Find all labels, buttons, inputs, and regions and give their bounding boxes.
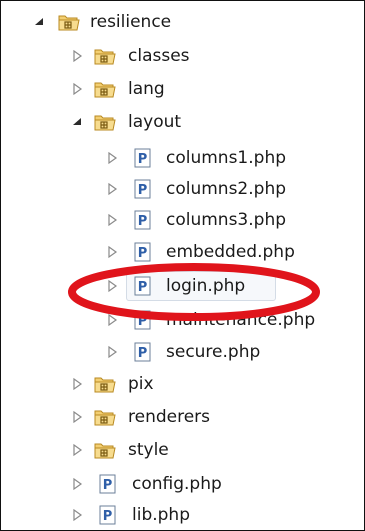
tree-item-label: renderers [128, 407, 211, 427]
collapsed-arrow-icon[interactable] [71, 477, 83, 491]
tree-row-maintenance[interactable]: P maintenance.php [0, 304, 365, 336]
php-file-icon: P [134, 148, 151, 168]
svg-text:P: P [138, 280, 148, 295]
tree-item-label: lib.php [132, 505, 190, 525]
svg-text:P: P [103, 478, 113, 493]
php-file-icon: P [134, 179, 151, 199]
tree-item-label: classes [128, 46, 190, 66]
tree-row-columns2[interactable]: P columns2.php [0, 173, 365, 205]
tree-row-lib[interactable]: P lib.php [0, 499, 365, 531]
svg-text:P: P [138, 314, 148, 329]
folder-icon [94, 443, 116, 459]
tree-item-label: columns3.php [166, 210, 287, 230]
expanded-arrow-icon[interactable] [71, 115, 83, 129]
file-tree: resilience classes lang layout P columns… [0, 0, 365, 531]
tree-row-columns1[interactable]: P columns1.php [0, 142, 365, 174]
collapsed-arrow-icon[interactable] [71, 49, 83, 63]
php-file-icon: P [134, 276, 151, 296]
tree-item-label: pix [128, 374, 154, 394]
svg-text:P: P [138, 346, 148, 361]
tree-item-label: maintenance.php [166, 310, 316, 330]
tree-row-secure[interactable]: P secure.php [0, 336, 365, 368]
tree-row-pix[interactable]: pix [0, 368, 365, 400]
tree-item-label: columns1.php [166, 148, 287, 168]
tree-row-resilience[interactable]: resilience [0, 6, 365, 38]
collapsed-arrow-icon[interactable] [106, 345, 118, 359]
tree-item-label: embedded.php [166, 242, 295, 262]
collapsed-arrow-icon[interactable] [106, 182, 118, 196]
php-file-icon: P [99, 474, 116, 494]
php-file-icon: P [99, 505, 116, 525]
tree-row-layout[interactable]: layout [0, 106, 365, 138]
tree-row-style[interactable]: style [0, 434, 365, 466]
folder-icon [94, 377, 116, 393]
svg-text:P: P [138, 183, 148, 198]
folder-icon [94, 49, 116, 65]
tree-item-label: layout [128, 112, 182, 132]
tree-row-login[interactable]: P login.php [0, 270, 365, 302]
folder-icon [94, 115, 116, 131]
svg-text:P: P [138, 214, 148, 229]
collapsed-arrow-icon[interactable] [71, 443, 83, 457]
folder-icon [58, 15, 80, 31]
tree-row-embedded[interactable]: P embedded.php [0, 236, 365, 268]
tree-item-label: columns2.php [166, 179, 287, 199]
svg-text:P: P [103, 509, 113, 524]
collapsed-arrow-icon[interactable] [106, 151, 118, 165]
tree-row-lang[interactable]: lang [0, 73, 365, 105]
collapsed-arrow-icon[interactable] [71, 410, 83, 424]
collapsed-arrow-icon[interactable] [71, 82, 83, 96]
tree-item-label: secure.php [166, 342, 261, 362]
php-file-icon: P [134, 210, 151, 230]
expanded-arrow-icon[interactable] [33, 15, 45, 29]
folder-icon [94, 410, 116, 426]
collapsed-arrow-icon[interactable] [106, 245, 118, 259]
collapsed-arrow-icon[interactable] [106, 313, 118, 327]
tree-item-label: config.php [132, 474, 222, 494]
tree-item-label: lang [128, 79, 165, 99]
svg-text:P: P [138, 246, 148, 261]
tree-row-columns3[interactable]: P columns3.php [0, 204, 365, 236]
php-file-icon: P [134, 342, 151, 362]
tree-row-classes[interactable]: classes [0, 40, 365, 72]
svg-text:P: P [138, 152, 148, 167]
tree-row-renderers[interactable]: renderers [0, 401, 365, 433]
collapsed-arrow-icon[interactable] [106, 213, 118, 227]
folder-icon [94, 82, 116, 98]
php-file-icon: P [134, 242, 151, 262]
tree-item-label: style [128, 440, 169, 460]
tree-item-label: resilience [90, 12, 172, 32]
tree-item-label: login.php [166, 276, 246, 296]
php-file-icon: P [134, 310, 151, 330]
collapsed-arrow-icon[interactable] [106, 279, 118, 293]
collapsed-arrow-icon[interactable] [71, 508, 83, 522]
tree-row-config[interactable]: P config.php [0, 468, 365, 500]
collapsed-arrow-icon[interactable] [71, 377, 83, 391]
